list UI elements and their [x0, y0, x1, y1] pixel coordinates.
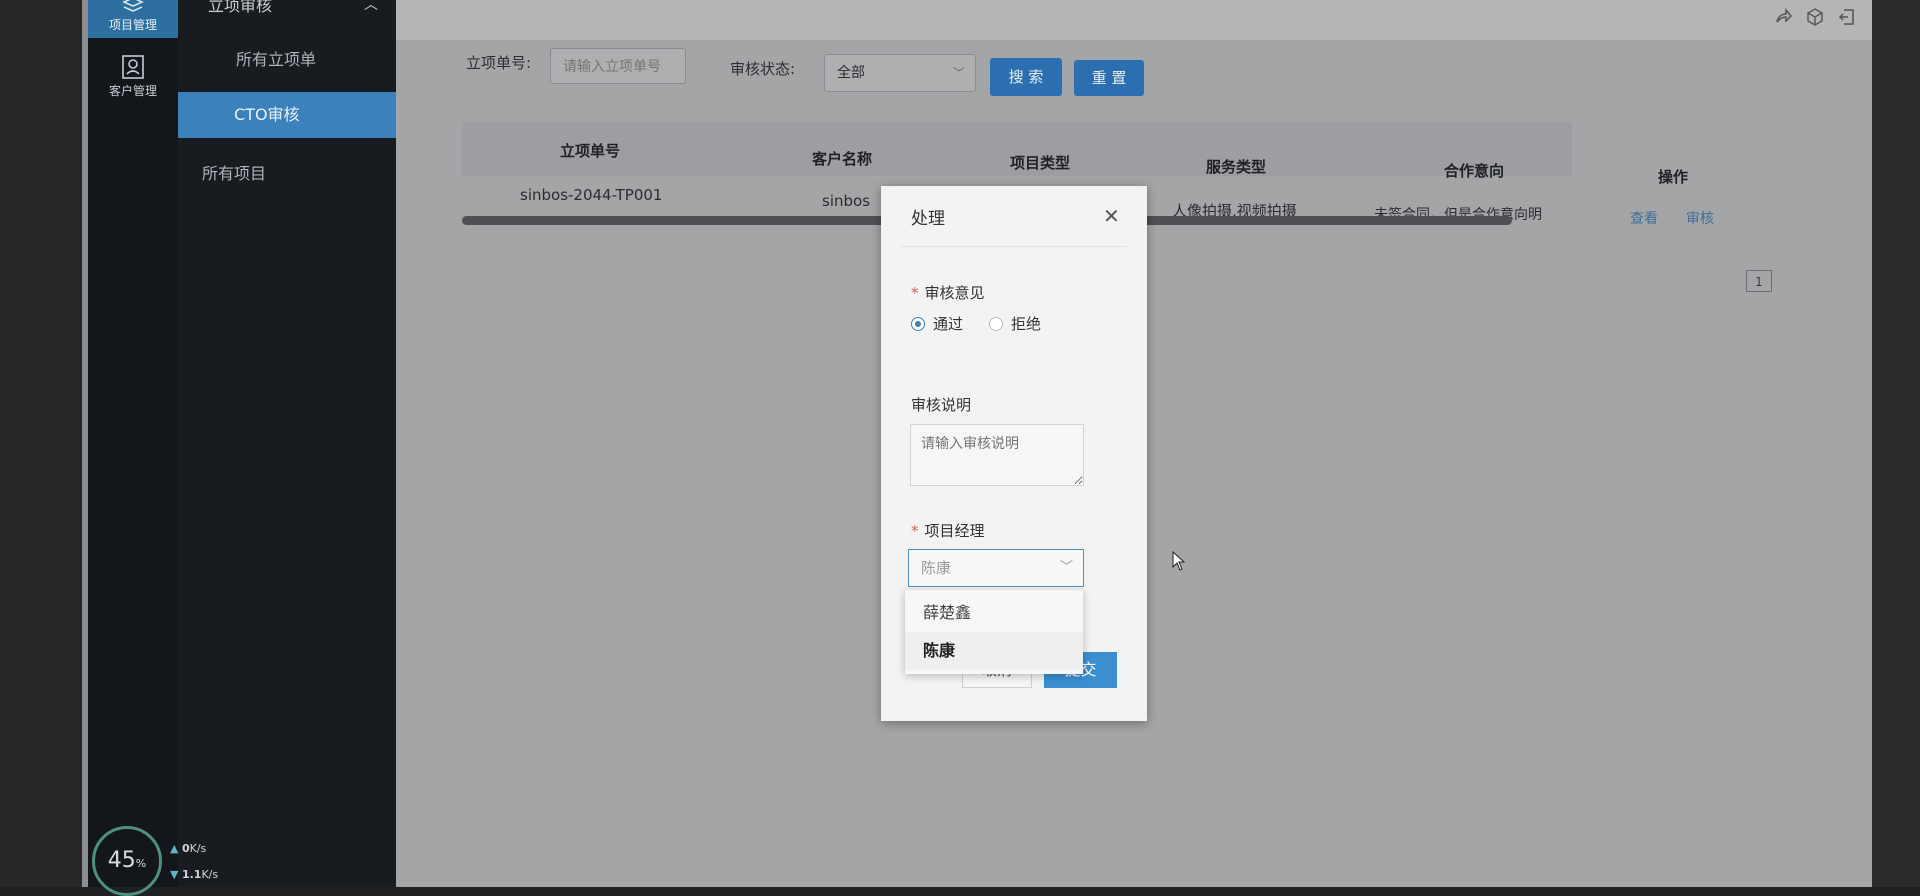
chevron-down-icon: ﹀	[1059, 560, 1073, 575]
contact-icon	[122, 55, 144, 79]
upload-unit: K/s	[189, 842, 207, 855]
gauge-percent-unit: %	[135, 857, 147, 870]
required-mark: *	[911, 284, 919, 302]
reset-button[interactable]: 重 置	[1074, 60, 1144, 96]
column-header: 操作	[1658, 168, 1689, 186]
order-no-input[interactable]	[550, 48, 686, 84]
radio-checked-icon[interactable]	[911, 316, 925, 331]
rail-item-project-management[interactable]: 项目管理	[88, 0, 178, 38]
manager-label-text: 项目经理	[924, 522, 985, 540]
column-header: 服务类型	[1206, 158, 1267, 176]
nav-item-all-orders[interactable]: 所有立项单	[178, 46, 396, 76]
monitor-bezel-left	[0, 0, 82, 887]
top-actions	[1774, 8, 1856, 26]
status-select[interactable]: 全部 ﹀	[824, 54, 976, 92]
radio-reject[interactable]: 拒绝	[989, 313, 1041, 334]
rail-item-label: 项目管理	[108, 18, 157, 32]
download-unit: K/s	[201, 868, 219, 881]
layers-icon	[122, 0, 144, 12]
status-select-value: 全部	[837, 65, 865, 81]
column-header: 项目类型	[1010, 154, 1071, 172]
manager-select[interactable]: 陈康 ﹀	[908, 549, 1084, 587]
close-icon[interactable]: ✕	[1103, 204, 1120, 228]
page-number[interactable]: 1	[1746, 270, 1772, 292]
manager-label: * 项目经理	[911, 520, 985, 541]
sub-navigation: 立项审核 ︿ 所有立项单 CTO审核 所有项目	[178, 0, 396, 887]
arrow-down-icon: ▼	[170, 868, 179, 881]
upload-speed: ▲ 0K/s	[170, 842, 206, 855]
upload-value: 0	[181, 842, 190, 855]
dialog-divider	[901, 246, 1127, 247]
manager-select-value: 陈康	[921, 559, 952, 577]
cell-customer: sinbos	[822, 192, 871, 210]
radio-label: 拒绝	[1011, 315, 1042, 333]
rail-item-label: 客户管理	[108, 84, 157, 98]
column-header: 合作意向	[1444, 162, 1505, 180]
remark-label: 审核说明	[911, 396, 972, 414]
status-label: 审核状态:	[730, 60, 796, 78]
exit-icon[interactable]	[1838, 8, 1856, 26]
dropdown-option[interactable]: 薛楚鑫	[905, 594, 1083, 632]
nav-item-cto-review[interactable]: CTO审核	[178, 92, 396, 138]
chevron-up-icon[interactable]: ︿	[364, 0, 378, 14]
mouse-cursor-icon	[1172, 551, 1186, 571]
monitor-bezel-right	[1872, 0, 1920, 887]
cell-order-no: sinbos-2044-TP001	[520, 186, 663, 204]
chevron-down-icon: ﹀	[952, 66, 965, 80]
column-header: 立项单号	[560, 142, 621, 160]
top-bar	[396, 0, 1874, 40]
opinion-label-text: 审核意见	[924, 284, 985, 302]
radio-label: 通过	[933, 315, 964, 333]
gauge-percent: 45	[107, 848, 136, 873]
nav-item-all-projects[interactable]: 所有项目	[178, 160, 396, 190]
radio-approve[interactable]: 通过	[911, 313, 963, 334]
share-icon[interactable]	[1774, 8, 1792, 26]
download-value: 1.1	[181, 868, 202, 881]
radio-unchecked-icon[interactable]	[989, 316, 1003, 331]
view-link[interactable]: 查看	[1630, 208, 1658, 228]
column-header: 客户名称	[812, 150, 873, 168]
dropdown-option-selected[interactable]: 陈康	[905, 632, 1083, 670]
cpu-gauge: 45%	[92, 826, 162, 896]
icon-rail: 项目管理 客户管理	[88, 0, 178, 887]
manager-dropdown: 薛楚鑫 陈康	[905, 590, 1083, 674]
required-mark: *	[911, 522, 919, 540]
search-button[interactable]: 搜 索	[990, 58, 1062, 96]
dialog-title: 处理	[911, 209, 945, 229]
arrow-up-icon: ▲	[170, 842, 179, 855]
rail-item-customer-management[interactable]: 客户管理	[88, 54, 178, 108]
nav-group-title[interactable]: 立项审核	[208, 0, 272, 16]
remark-textarea[interactable]	[910, 424, 1084, 486]
order-no-label: 立项单号:	[466, 54, 532, 72]
download-speed: ▼ 1.1K/s	[170, 868, 218, 881]
review-link[interactable]: 审核	[1686, 208, 1714, 228]
cube-icon[interactable]	[1806, 8, 1824, 26]
opinion-label: * 审核意见	[911, 282, 985, 303]
